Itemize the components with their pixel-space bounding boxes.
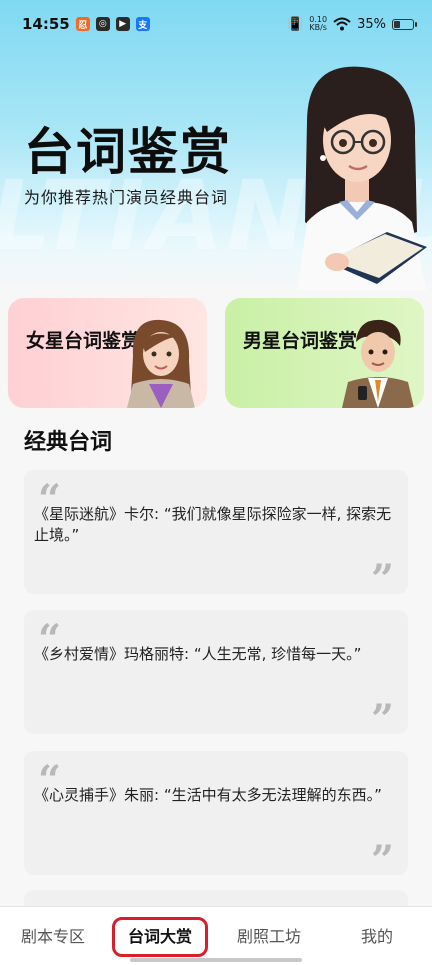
status-time: 14:55 [22, 15, 70, 33]
female-star-quotes-card[interactable]: 女星台词鉴赏 [8, 298, 207, 408]
quote-card[interactable]: “ 《星际迷航》卡尔: “我们就像星际探险家一样, 探索无止境。” ” [24, 470, 408, 600]
wifi-icon [333, 17, 351, 31]
close-quote-icon: ” [370, 556, 394, 603]
net-speed-unit: KB/s [309, 23, 327, 32]
app-icon-alipay: 支 [135, 17, 150, 31]
home-indicator[interactable] [130, 958, 302, 962]
status-bar: 14:55 忍 ◎ ▶ 支 📳 0.10 KB/s 35% [0, 0, 432, 48]
battery-fill [394, 20, 400, 28]
app-icon-dark-swirl: ◎ [95, 17, 110, 31]
nav-still-workshop[interactable]: 剧照工坊 [237, 923, 301, 947]
close-quote-icon: ” [370, 696, 394, 743]
app-icon-play: ▶ [115, 17, 130, 31]
female-star-illustration [127, 319, 195, 408]
hero-woman-reading-illustration [297, 66, 427, 290]
app-icon-orange: 忍 [75, 17, 90, 31]
quote-card[interactable]: “ 《乡村爱情》玛格丽特: “人生无常, 珍惜每一天。” ” [24, 610, 408, 740]
classic-quotes-title: 经典台词 [24, 430, 113, 455]
net-speed: 0.10 KB/s [309, 16, 327, 32]
nav-mine[interactable]: 我的 [361, 923, 393, 947]
battery-percent: 35% [357, 16, 386, 32]
nav-quote-awards[interactable]: 台词大赏 [128, 923, 192, 947]
nav-script-zone[interactable]: 剧本专区 [21, 923, 85, 947]
quote-text: 《星际迷航》卡尔: “我们就像星际探险家一样, 探索无止境。” [34, 505, 392, 544]
quote-card[interactable]: “ 《心灵捕手》朱丽: “生活中有太多无法理解的东西。” ” [24, 751, 408, 881]
battery-icon [392, 18, 417, 30]
male-star-illustration [342, 319, 414, 408]
page-title: 台词鉴赏 [24, 123, 232, 181]
close-quote-icon: ” [370, 837, 394, 884]
bottom-nav: 剧本专区 台词大赏 剧照工坊 我的 [0, 906, 432, 965]
banner-subtitle: 为你推荐热门演员经典台词 [24, 188, 229, 207]
male-star-quotes-card[interactable]: 男星台词鉴赏 [225, 298, 424, 408]
quote-text: 《心灵捕手》朱丽: “生活中有太多无法理解的东西。” [34, 786, 382, 804]
vibrate-icon: 📳 [287, 16, 304, 32]
quote-text: 《乡村爱情》玛格丽特: “人生无常, 珍惜每一天。” [34, 645, 362, 663]
